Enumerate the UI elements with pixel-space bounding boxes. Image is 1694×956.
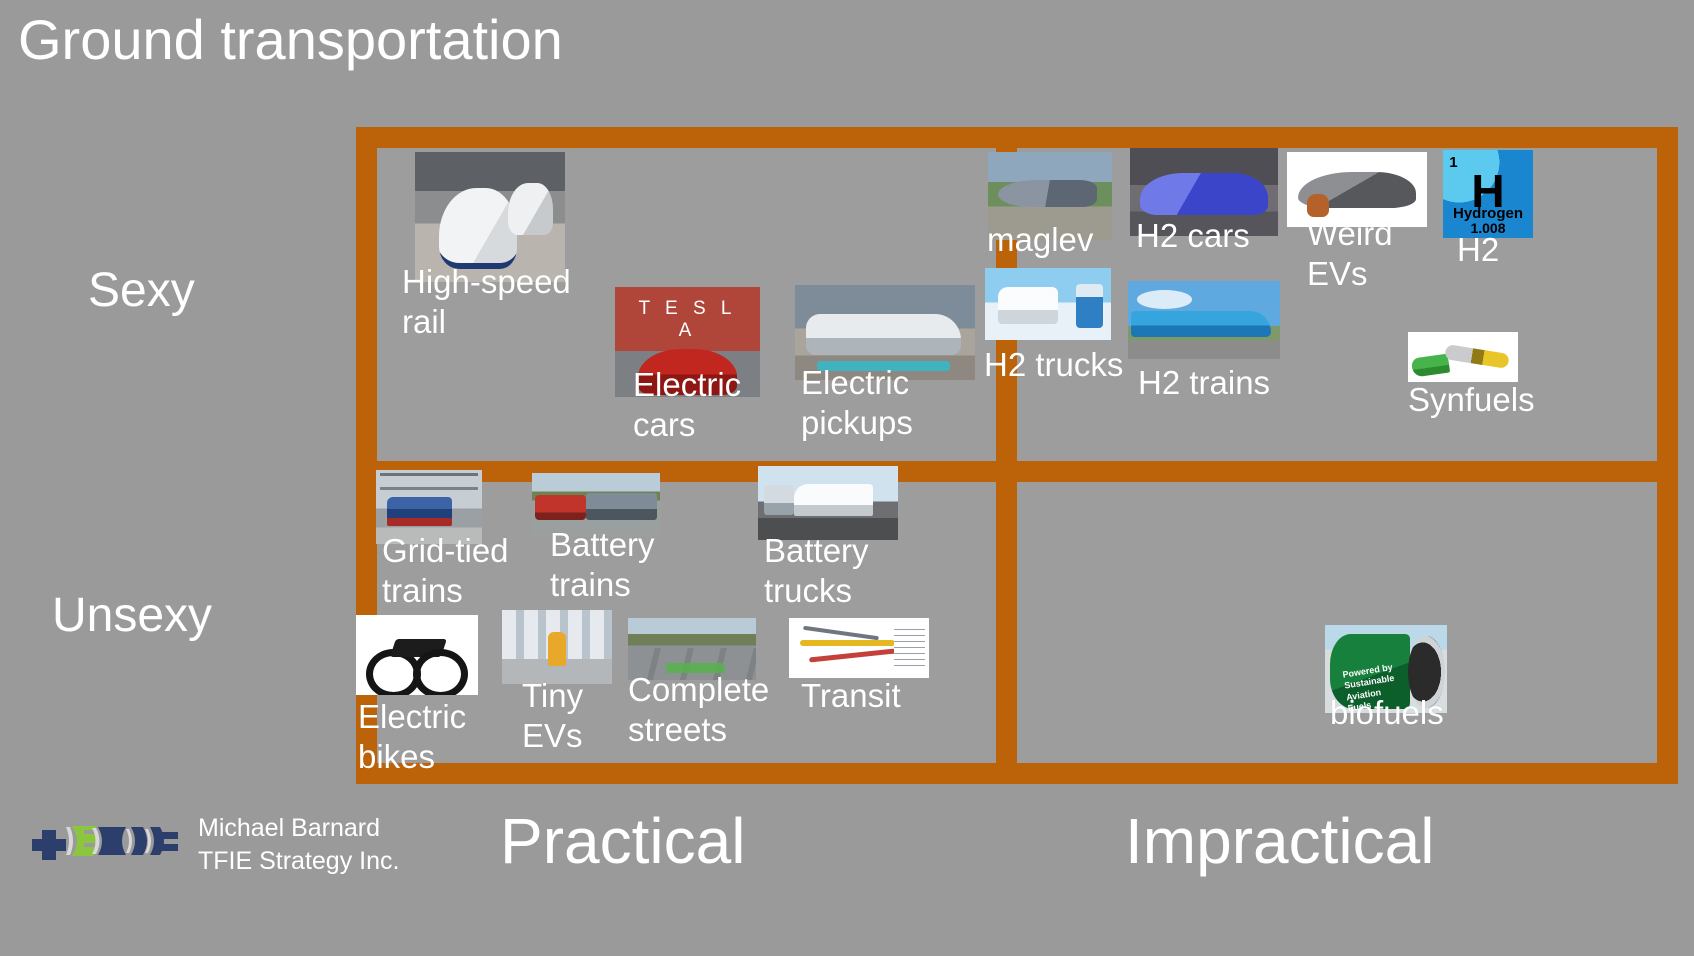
footer-company: TFIE Strategy Inc.	[198, 847, 400, 875]
axis-label-practical: Practical	[500, 805, 746, 877]
slide-canvas: Ground transportation Sexy Unsexy Practi…	[0, 0, 1694, 956]
item-label: biofuels	[1330, 694, 1444, 731]
item-label: H2 trains	[1138, 364, 1271, 401]
hydrogen-tram-photo	[1128, 281, 1280, 359]
tesla-wordmark: T E S L A	[638, 298, 737, 341]
item-weird-evs[interactable]: Weird EVs	[1287, 152, 1427, 292]
item-label: High-speed rail	[402, 263, 571, 341]
fuel-nozzle-photo	[1408, 332, 1518, 382]
item-electric-bikes[interactable]: Electric bikes	[356, 615, 478, 775]
item-label: Electric pickups	[801, 364, 913, 442]
item-h2-element[interactable]: 1 H Hydrogen 1.008 H2	[1443, 150, 1533, 268]
item-h2-trucks[interactable]: H2 trucks	[984, 268, 1123, 383]
item-label: Battery trucks	[764, 532, 869, 610]
item-high-speed-rail[interactable]: High-speed rail	[402, 152, 571, 340]
item-battery-trucks[interactable]: Battery trucks	[758, 466, 898, 609]
footer-author: Michael Barnard	[198, 814, 381, 842]
item-label: Grid-tied trains	[382, 532, 509, 610]
axis-label-impractical: Impractical	[1125, 805, 1435, 877]
item-label: Electric bikes	[358, 698, 467, 776]
item-label: Battery trains	[550, 526, 655, 604]
electric-scooter-rider-photo	[502, 610, 612, 684]
item-h2-cars[interactable]: H2 cars	[1130, 148, 1278, 254]
item-tiny-evs[interactable]: Tiny EVs	[502, 610, 612, 754]
frame-border-right	[1657, 127, 1678, 784]
item-battery-trains[interactable]: Battery trains	[532, 473, 660, 603]
axis-label-unsexy: Unsexy	[52, 589, 213, 642]
footer-credit: Michael Barnard TFIE Strategy Inc.	[198, 812, 399, 878]
item-label: Synfuels	[1408, 381, 1535, 418]
frame-border-top	[356, 127, 1678, 148]
item-label: H2	[1457, 231, 1500, 268]
item-label: Complete streets	[628, 671, 770, 749]
item-grid-tied-trains[interactable]: Grid-tied trains	[376, 470, 509, 609]
item-complete-streets[interactable]: Complete streets	[628, 618, 769, 748]
tfie-logo	[22, 812, 192, 870]
hydrogen-semi-truck-photo	[985, 268, 1111, 340]
item-synfuels[interactable]: Synfuels	[1408, 332, 1535, 418]
item-maglev[interactable]: maglev	[987, 152, 1112, 258]
electric-bicycle-photo	[356, 615, 478, 695]
item-electric-pickups[interactable]: Electric pickups	[795, 285, 975, 441]
transit-network-map	[789, 618, 929, 678]
electric-semi-truck-photo	[758, 466, 898, 540]
item-h2-trains[interactable]: H2 trains	[1128, 281, 1280, 401]
hydrogen-periodic-element-tile: 1 H Hydrogen 1.008	[1443, 150, 1533, 238]
page-title: Ground transportation	[18, 8, 563, 71]
item-transit[interactable]: Transit	[789, 618, 929, 714]
item-label: maglev	[987, 221, 1094, 258]
item-label: Electric cars	[633, 366, 742, 444]
item-label: Transit	[801, 677, 901, 714]
item-label: Weird EVs	[1307, 215, 1393, 293]
item-label: H2 cars	[1136, 217, 1250, 254]
frame-border-bottom	[356, 763, 1678, 784]
item-biofuels[interactable]: Powered by Sustainable Aviation Fuels bi…	[1325, 625, 1447, 731]
item-electric-cars[interactable]: T E S L A Electric cars	[615, 287, 760, 443]
axis-label-sexy: Sexy	[88, 264, 195, 317]
